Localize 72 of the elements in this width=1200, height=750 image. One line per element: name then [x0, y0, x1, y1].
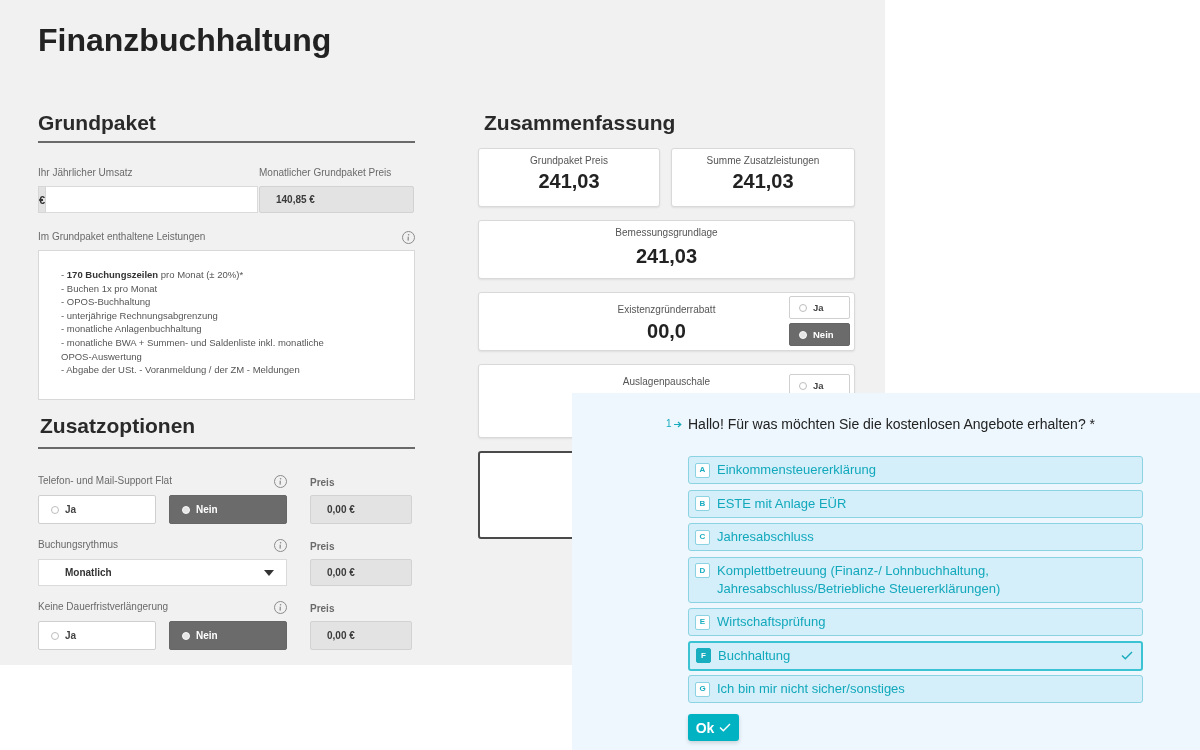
price-field: 0,00 € — [310, 621, 412, 650]
field-label: Im Grundpaket enthaltene Leistungen — [38, 230, 206, 244]
answer-option[interactable]: B ESTE mit Anlage EÜR — [688, 489, 1143, 518]
arrow-icon — [673, 420, 682, 428]
revenue-input[interactable] — [46, 186, 259, 213]
radio-icon — [799, 381, 807, 390]
option-key: G — [695, 681, 710, 697]
radio-icon — [182, 505, 190, 514]
price-field: 0,00 € — [310, 559, 412, 586]
field-label: Keine Dauerfristverlängerung — [38, 600, 169, 614]
answer-option[interactable]: A Einkommensteuererklärung — [688, 456, 1143, 484]
radio-option[interactable]: Ja — [38, 621, 156, 650]
answer-option[interactable]: E Wirtschaftsprüfung — [688, 608, 1143, 636]
service-line: - 170 Buchungszeilen pro Monat (± 20%)* — [61, 268, 244, 282]
radio-option[interactable]: Nein — [169, 495, 287, 524]
question-text: Hallo! Für was möchten Sie die kostenlosen Angebote erhalten? * — [688, 415, 1096, 434]
card-label: Grundpaket Preis — [530, 154, 608, 168]
answer-option[interactable]: D Komplettbetreuung (Finanz-/ Lohnbuchhaltung, Jahresabschluss/Betriebliche Steuererklärungen) — [688, 556, 1143, 603]
field-label: Telefon- und Mail-Support Flat — [38, 474, 172, 488]
section-heading: Grundpaket — [38, 110, 156, 136]
field-label: Preis — [310, 540, 335, 554]
card-label: Existenzgründerrabatt — [617, 303, 716, 317]
check-icon — [719, 723, 732, 732]
radio-option[interactable]: Nein — [169, 621, 287, 650]
price-field: 140,85 € — [259, 186, 414, 213]
answer-option[interactable]: C Jahresabschluss — [688, 523, 1143, 551]
option-key: D — [695, 563, 710, 578]
card-label: Summe Zusatzleistungen — [706, 154, 820, 168]
option-key: B — [695, 496, 710, 511]
radio-option[interactable]: Ja — [789, 296, 850, 319]
radio-icon — [51, 505, 59, 514]
service-line: - unterjährige Rechnungsabgrenzung — [61, 308, 218, 323]
option-key: E — [695, 614, 710, 630]
check-icon — [1121, 651, 1133, 660]
option-key: F — [696, 648, 711, 663]
info-icon[interactable] — [402, 230, 415, 244]
section-heading: Zusatzoptionen — [40, 413, 196, 439]
radio-option[interactable]: Ja — [38, 495, 156, 524]
field-label: Preis — [310, 476, 335, 490]
card-label: Auslagenpauschale — [622, 375, 711, 389]
dropdown-select[interactable]: Monatlich — [38, 559, 287, 586]
radio-icon — [799, 303, 807, 312]
section-heading: Zusammenfassung — [484, 110, 676, 136]
field-label: Ihr Jährlicher Umsatz — [38, 166, 133, 180]
radio-icon — [51, 631, 59, 640]
service-line: - monatliche Anlagenbuchhaltung — [61, 322, 202, 336]
page-title: Finanzbuchhaltung — [38, 21, 332, 60]
card-value: 00,0 — [647, 319, 686, 343]
option-key: C — [695, 529, 710, 545]
radio-icon — [799, 330, 807, 339]
info-icon[interactable] — [274, 474, 287, 488]
answer-option[interactable]: G Ich bin mir nicht sicher/sonstiges — [688, 675, 1143, 703]
radio-icon — [182, 631, 190, 640]
option-key: A — [695, 462, 710, 478]
card-value: 241,03 — [538, 169, 600, 193]
question-number: 1 — [666, 418, 672, 430]
card-value: 241,03 — [635, 244, 698, 268]
caret-icon — [264, 569, 274, 576]
card-label: Bemessungsgrundlage — [615, 226, 718, 240]
field-label: Preis — [310, 602, 335, 616]
info-icon[interactable] — [274, 538, 287, 552]
service-line: - Buchen 1x pro Monat — [61, 281, 158, 296]
service-line: - OPOS-Buchhaltung — [61, 295, 151, 309]
price-field: 0,00 € — [310, 495, 412, 524]
field-label: Buchungsrythmus — [38, 538, 119, 552]
answer-option[interactable]: F Buchhaltung — [688, 640, 1143, 671]
service-line: - Abgabe der USt. - Voranmeldung / der ZM - Meldungen — [61, 363, 300, 377]
info-icon[interactable] — [274, 600, 287, 614]
service-line: - monatliche BWA + Summen- und Saldenliste inkl. monatliche OPOS-Auswertung — [61, 335, 325, 364]
card-value: 241,03 — [732, 169, 794, 193]
radio-option[interactable]: Nein — [789, 323, 850, 346]
field-label: Monatlicher Grundpaket Preis — [259, 166, 392, 180]
